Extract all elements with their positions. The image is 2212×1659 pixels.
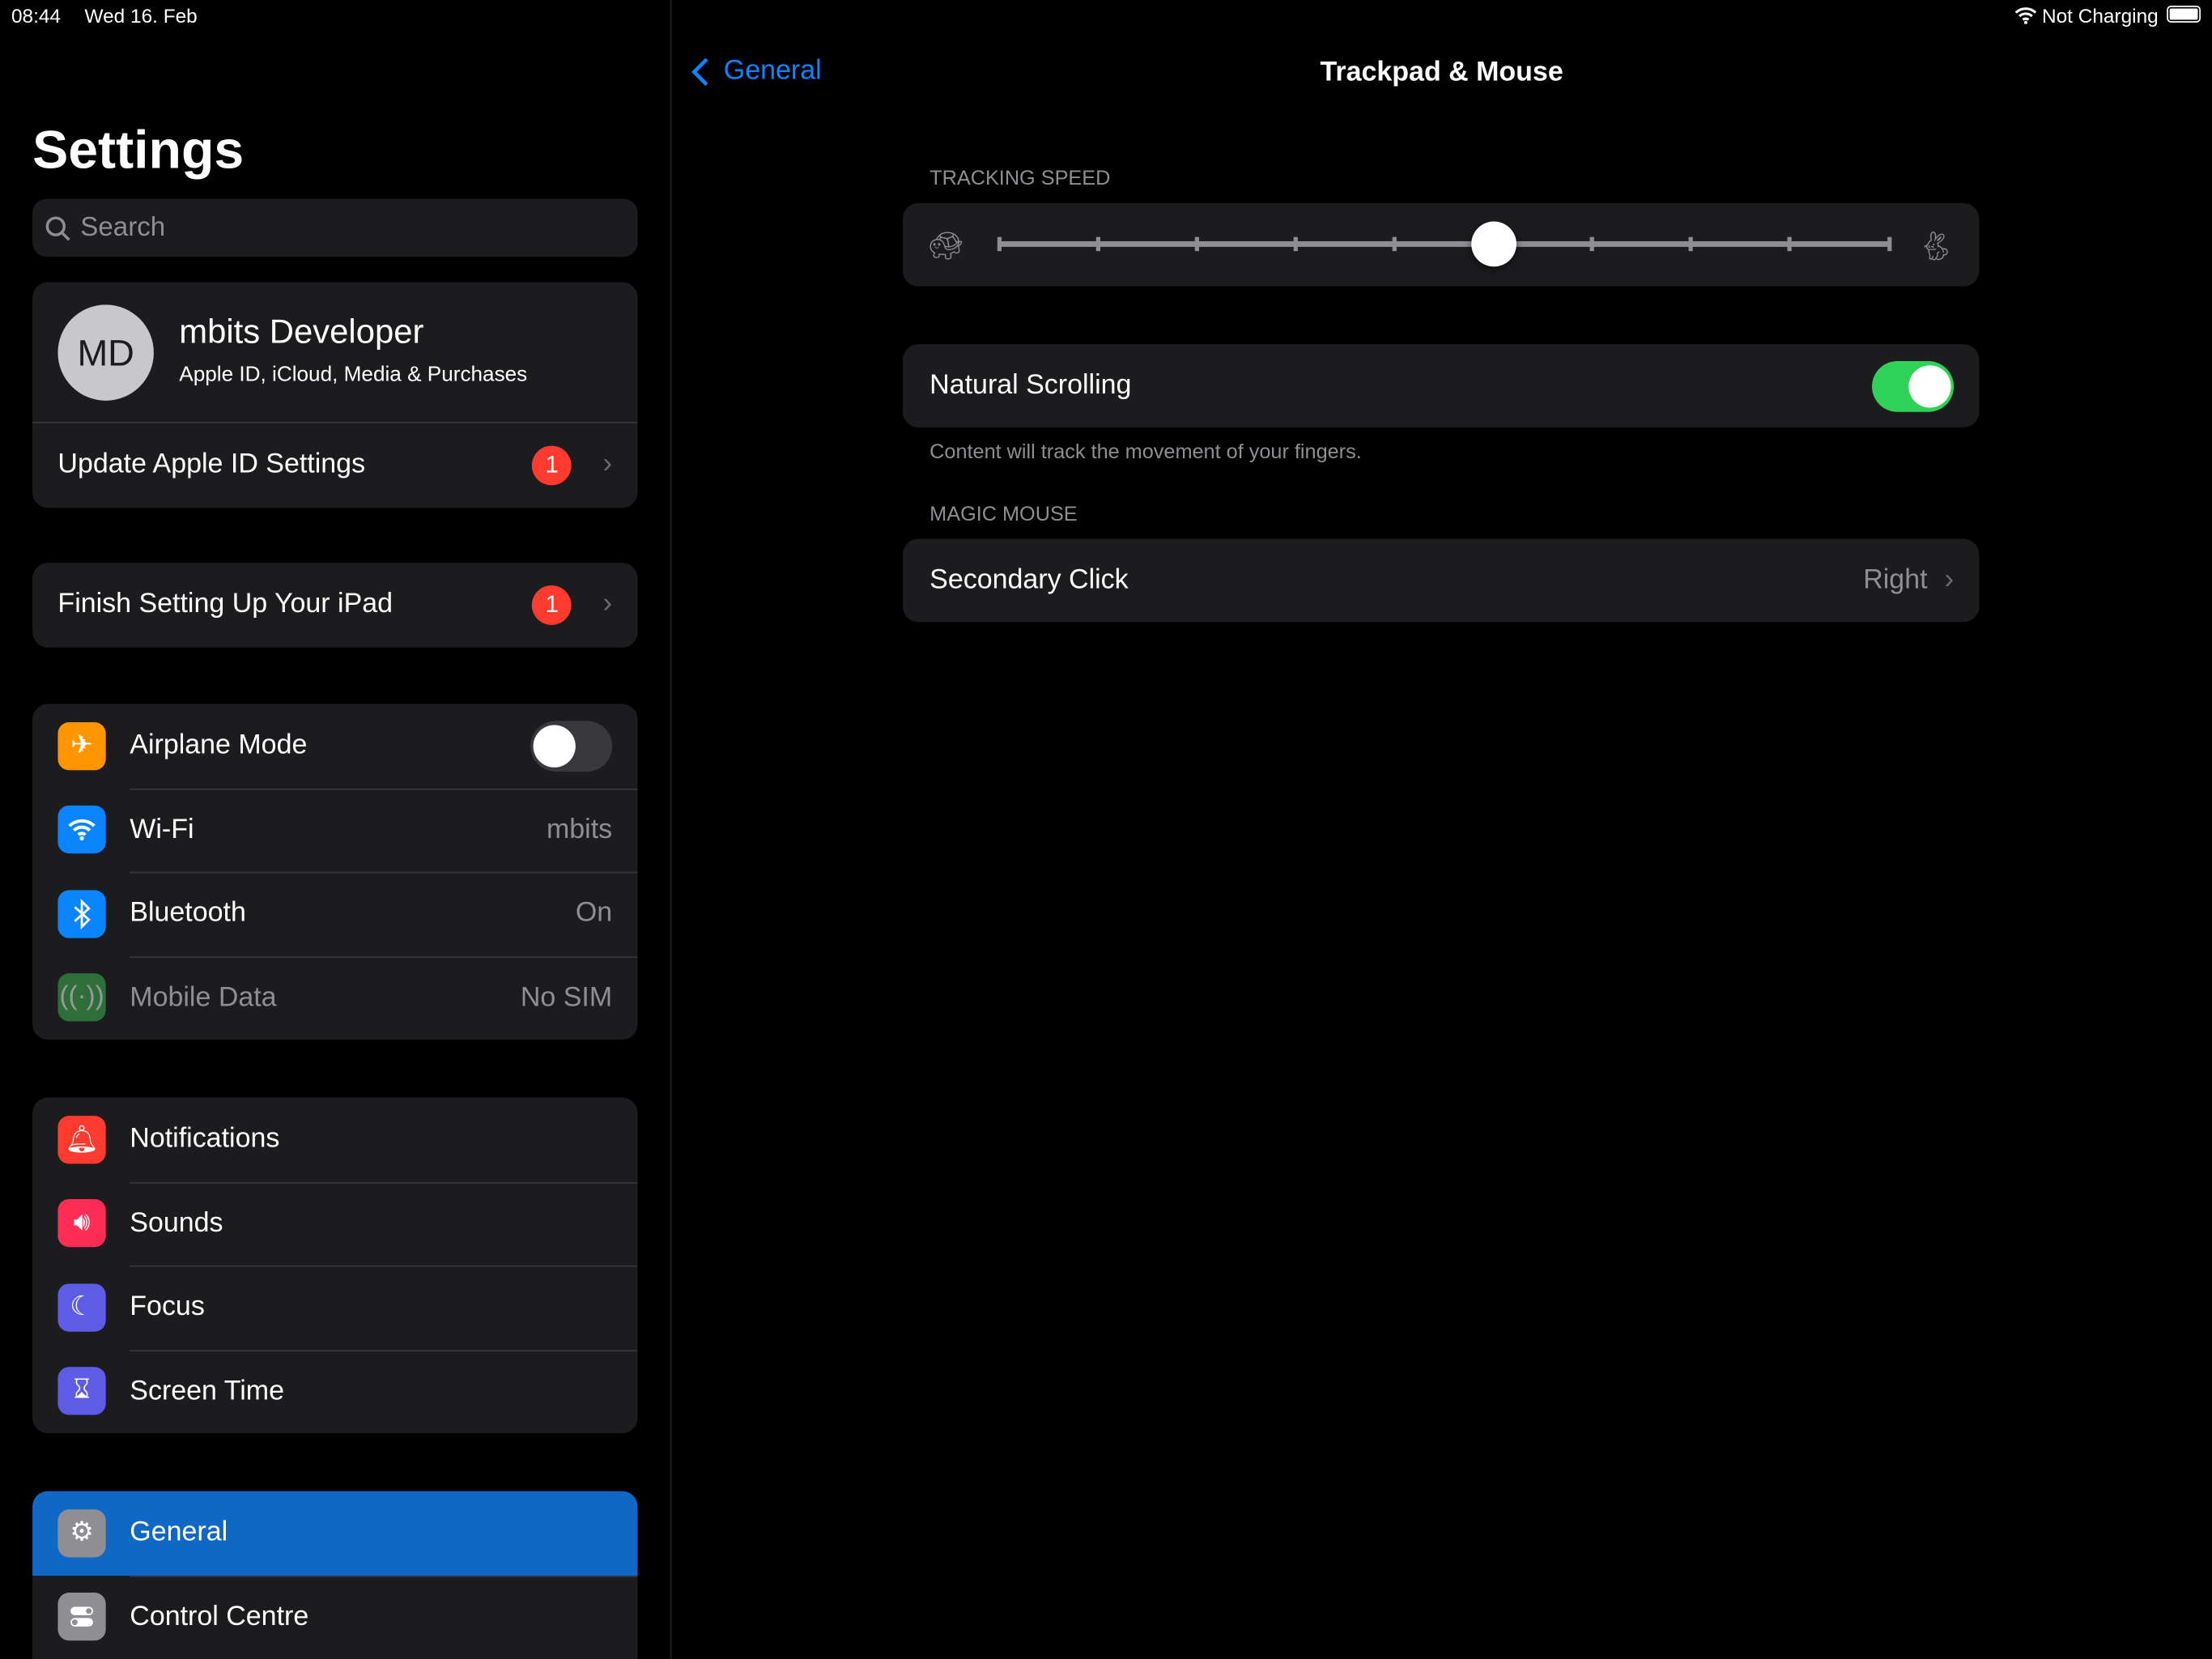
sidebar-item-label: Mobile Data (130, 981, 277, 1013)
natural-scrolling-row: Natural Scrolling (903, 344, 1980, 428)
tracking-speed-slider[interactable] (996, 221, 1891, 267)
chevron-right-icon: › (1944, 564, 1955, 596)
profile-row[interactable]: MD mbits Developer Apple ID, iCloud, Med… (32, 282, 637, 421)
alerts-group: 🔔︎ Notifications 🔊︎ Sounds ☾ Focus ⌛︎ Sc… (32, 1097, 638, 1434)
sidebar-item-focus[interactable]: ☾ Focus (32, 1265, 638, 1350)
search-input[interactable]: Search (32, 198, 638, 257)
profile-group: MD mbits Developer Apple ID, iCloud, Med… (32, 282, 638, 508)
slider-tick (1887, 236, 1891, 252)
sidebar-item-label: Screen Time (130, 1375, 285, 1406)
wifi-value: mbits (546, 813, 613, 845)
sidebar-item-bluetooth[interactable]: Bluetooth On (32, 871, 638, 956)
update-apple-id-row[interactable]: Update Apple ID Settings 1 › (32, 421, 638, 507)
chevron-right-icon: › (602, 449, 613, 480)
avatar: MD (57, 304, 154, 401)
nav-title: Trackpad & Mouse (1320, 56, 1563, 88)
slider-tick (1688, 236, 1694, 252)
slider-tick (1194, 236, 1199, 252)
speaker-icon: 🔊︎ (57, 1199, 106, 1248)
secondary-click-row[interactable]: Secondary Click Right › (903, 538, 1980, 623)
tracking-speed-card: 🐢︎ 🐇︎ (903, 202, 1980, 287)
secondary-click-label: Secondary Click (929, 564, 1129, 596)
sidebar-item-control-centre[interactable]: Control Centre (32, 1575, 638, 1659)
bell-icon: 🔔︎ (57, 1115, 106, 1163)
sidebar-item-label: Notifications (130, 1123, 280, 1155)
sidebar-item-label: Sounds (130, 1206, 223, 1239)
system-group: ⚙ General Control Centre (32, 1491, 638, 1659)
antenna-icon: ((·)) (57, 973, 106, 1022)
search-placeholder: Search (80, 212, 166, 242)
slider-tick (1392, 236, 1397, 252)
slider-tick (1788, 236, 1793, 252)
sidebar-item-label: Wi-Fi (130, 813, 194, 845)
sidebar-item-wifi[interactable]: Wi-Fi mbits (32, 788, 638, 872)
connectivity-group: ✈ Airplane Mode Wi-Fi mbits Bluetooth On… (32, 704, 638, 1040)
sidebar: Settings Search MD mbits Developer Apple… (0, 0, 672, 1659)
sidebar-item-screen-time[interactable]: ⌛︎ Screen Time (32, 1349, 638, 1434)
wifi-icon (57, 806, 106, 854)
notification-badge: 1 (532, 585, 572, 625)
finish-setup-group: Finish Setting Up Your iPad 1 › (32, 563, 638, 647)
bluetooth-value: On (575, 897, 613, 929)
slider-tick (1293, 236, 1298, 252)
profile-subtitle: Apple ID, iCloud, Media & Purchases (179, 362, 528, 387)
detail-pane: General Trackpad & Mouse TRACKING SPEED … (671, 0, 2212, 1659)
search-icon (45, 215, 70, 240)
sidebar-item-mobile-data[interactable]: ((·)) Mobile Data No SIM (32, 955, 638, 1040)
sidebar-item-label: Airplane Mode (130, 730, 308, 761)
gear-icon: ⚙ (57, 1508, 106, 1558)
mobile-data-value: No SIM (520, 981, 613, 1013)
sidebar-item-label: Control Centre (130, 1601, 309, 1632)
sidebar-item-notifications[interactable]: 🔔︎ Notifications (32, 1098, 637, 1182)
sidebar-item-label: General (130, 1516, 228, 1548)
airplane-icon: ✈ (57, 721, 106, 770)
slider-tick (1589, 236, 1595, 252)
sidebar-item-airplane-mode[interactable]: ✈ Airplane Mode (32, 704, 637, 788)
turtle-icon: 🐢︎ (928, 231, 964, 263)
screen: 08:44 Wed 16. Feb Not Charging Settings … (0, 0, 2212, 1659)
bluetooth-icon (57, 889, 106, 938)
sidebar-item-label: Focus (130, 1291, 205, 1322)
natural-scrolling-footer: Content will track the movement of your … (929, 441, 1362, 465)
switches-icon (57, 1593, 106, 1641)
magic-mouse-header: MAGIC MOUSE (929, 504, 1078, 526)
tracking-speed-header: TRACKING SPEED (929, 168, 1111, 191)
natural-scrolling-label: Natural Scrolling (929, 369, 1132, 401)
sidebar-item-label: Bluetooth (130, 897, 246, 929)
update-apple-id-label: Update Apple ID Settings (57, 449, 366, 480)
finish-setup-label: Finish Setting Up Your iPad (57, 588, 393, 620)
natural-scrolling-toggle[interactable] (1872, 360, 1955, 411)
slider-tick (996, 236, 1002, 252)
rabbit-icon: 🐇︎ (1917, 231, 1955, 263)
secondary-click-value: Right (1863, 564, 1928, 596)
slider-thumb[interactable] (1470, 221, 1516, 267)
sidebar-item-sounds[interactable]: 🔊︎ Sounds (32, 1181, 638, 1266)
moon-icon: ☾ (57, 1283, 106, 1332)
airplane-mode-toggle[interactable] (530, 720, 613, 772)
finish-setup-row[interactable]: Finish Setting Up Your iPad 1 › (32, 563, 637, 647)
slider-tick (1095, 236, 1100, 252)
hourglass-icon: ⌛︎ (57, 1367, 106, 1415)
notification-badge: 1 (532, 445, 572, 485)
chevron-right-icon: › (602, 588, 613, 620)
profile-name: mbits Developer (179, 313, 424, 351)
page-title: Settings (32, 121, 245, 181)
sidebar-item-general[interactable]: ⚙ General (32, 1491, 638, 1576)
